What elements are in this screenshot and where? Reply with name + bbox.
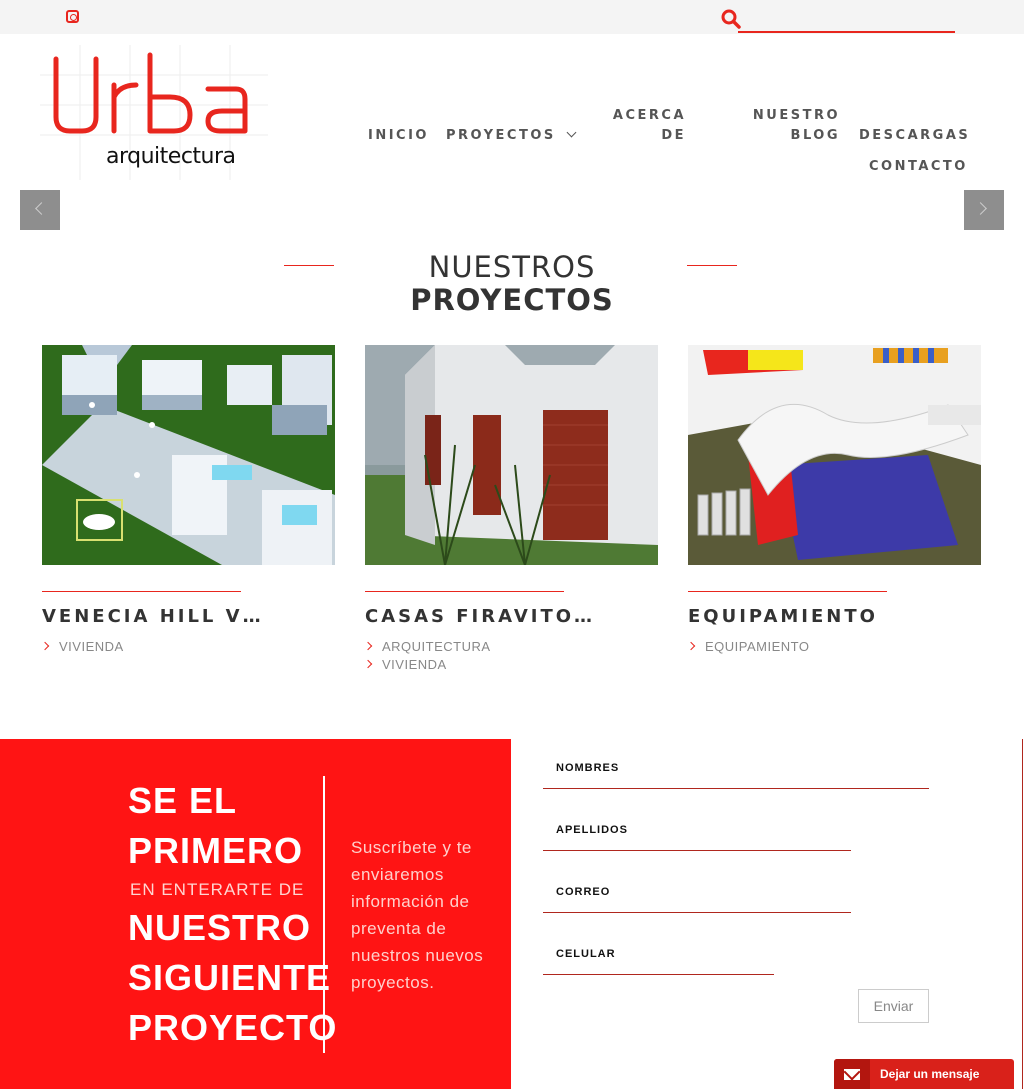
- card-divider: [365, 591, 564, 592]
- chevron-left-icon: [35, 202, 48, 215]
- submit-button[interactable]: Enviar: [858, 989, 929, 1023]
- promo-line-4: NUESTRO: [128, 907, 312, 948]
- project-title[interactable]: CASAS FIRAVITO…: [365, 606, 658, 628]
- nav-nuestro-blog[interactable]: NUESTRO BLOG: [752, 106, 840, 146]
- nav-blog-line2: BLOG: [790, 128, 840, 143]
- section-title-light: NUESTROS: [428, 250, 596, 284]
- nav-descargas[interactable]: DESCARGAS: [859, 126, 970, 146]
- chevron-down-icon: [566, 127, 577, 138]
- project-card-casas-firavitoba[interactable]: CASAS FIRAVITO… ARQUITECTURA VIVIENDA: [365, 345, 658, 674]
- project-image-casas[interactable]: [365, 345, 658, 565]
- top-bar: [0, 0, 1024, 34]
- project-tag[interactable]: VIVIENDA: [365, 656, 658, 674]
- project-tag[interactable]: VIVIENDA: [42, 638, 335, 656]
- nav-acerca-de[interactable]: ACERCA DE: [612, 106, 686, 146]
- project-tags: EQUIPAMIENTO: [688, 638, 981, 656]
- project-card-venecia[interactable]: VENECIA HILL V… VIVIENDA: [42, 345, 335, 656]
- nombres-label[interactable]: NOMBRES: [556, 762, 619, 774]
- logo-subtitle: arquitectura: [106, 144, 236, 169]
- nav-acerca-line1: ACERCA: [612, 108, 686, 123]
- project-image-venecia[interactable]: [42, 345, 335, 565]
- chat-label: Dejar un mensaje: [880, 1067, 980, 1081]
- correo-field[interactable]: [543, 912, 851, 913]
- nombres-field[interactable]: [543, 788, 929, 789]
- project-card-equipamiento[interactable]: EQUIPAMIENTO EQUIPAMIENTO: [688, 345, 981, 656]
- promo-line-2: PRIMERO: [128, 830, 304, 871]
- search-input[interactable]: [738, 6, 955, 33]
- slider-prev-button[interactable]: [20, 190, 60, 230]
- promo-divider: [323, 776, 325, 1053]
- project-tags: ARQUITECTURA VIVIENDA: [365, 638, 658, 674]
- project-title[interactable]: EQUIPAMIENTO: [688, 606, 981, 628]
- envelope-icon: [834, 1059, 870, 1089]
- section-title-bold: PROYECTOS: [410, 283, 614, 317]
- chat-widget[interactable]: Dejar un mensaje: [834, 1059, 1014, 1089]
- project-image-equipamiento[interactable]: [688, 345, 981, 565]
- nav-proyectos[interactable]: PROYECTOS: [446, 126, 577, 146]
- nav-contacto[interactable]: CONTACTO: [869, 157, 968, 177]
- instagram-icon[interactable]: [66, 10, 79, 23]
- promo-line-6: PROYECTO: [128, 1007, 338, 1048]
- promo-line-1: SE EL: [128, 780, 238, 821]
- apellidos-label[interactable]: APELLIDOS: [556, 824, 628, 836]
- project-title[interactable]: VENECIA HILL V…: [42, 606, 335, 628]
- project-tags: VIVIENDA: [42, 638, 335, 656]
- card-divider: [688, 591, 887, 592]
- project-tag[interactable]: EQUIPAMIENTO: [688, 638, 981, 656]
- celular-field[interactable]: [543, 974, 774, 975]
- nav-inicio[interactable]: INICIO: [368, 126, 429, 146]
- nav-acerca-line2: DE: [661, 128, 686, 143]
- chevron-right-icon: [974, 202, 987, 215]
- project-tag[interactable]: ARQUITECTURA: [365, 638, 658, 656]
- correo-label[interactable]: CORREO: [556, 886, 610, 898]
- promo-line-5: SIGUIENTE: [128, 957, 332, 998]
- form-border: [1022, 739, 1023, 1089]
- celular-label[interactable]: CELULAR: [556, 948, 616, 960]
- slider-next-button[interactable]: [964, 190, 1004, 230]
- card-divider: [42, 591, 241, 592]
- nav-blog-line1: NUESTRO: [752, 108, 840, 123]
- promo-subtitle: Suscríbete y te enviaremos información d…: [351, 838, 484, 992]
- urba-logo[interactable]: arquitectura: [40, 45, 268, 180]
- promo-line-3: EN ENTERARTE DE: [130, 880, 305, 899]
- apellidos-field[interactable]: [543, 850, 851, 851]
- nav-proyectos-label: PROYECTOS: [446, 128, 556, 143]
